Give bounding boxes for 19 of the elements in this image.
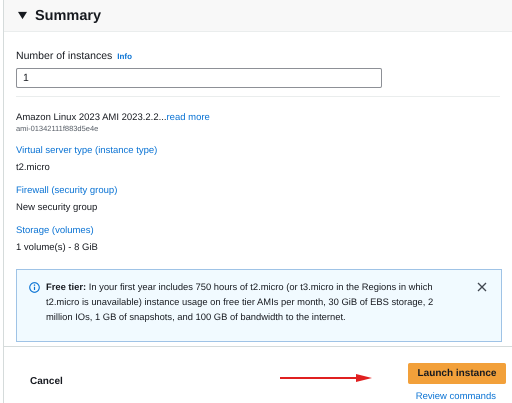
- caret-icon[interactable]: [18, 11, 27, 20]
- launch-instance-button[interactable]: Launch instance: [408, 363, 506, 384]
- detail-link[interactable]: Firewall (security group): [16, 185, 500, 196]
- instances-field[interactable]: 1: [16, 68, 382, 88]
- detail-value: t2.micro: [16, 162, 51, 173]
- field-label: Number of instances: [16, 50, 112, 62]
- free-tier-text: Free tier: In your first year includes 750 hours of t2.micro (or t3.micro in the Regions in which t2.micro is unavailable) instance usage on free tier AMIs per month, 30 GiB of EBS storage, 2 million IOs, 1 GB of snapshots, and 100 GB of bandwidth to the internet.: [46, 280, 434, 324]
- detail-link[interactable]: Storage (volumes): [16, 225, 500, 236]
- review-commands-link[interactable]: Review commands: [416, 391, 496, 402]
- info-link[interactable]: Info: [117, 52, 132, 61]
- info-icon: [29, 282, 40, 293]
- section-title: Summary: [35, 8, 102, 24]
- close-icon[interactable]: [477, 282, 487, 292]
- cancel-button[interactable]: Cancel: [30, 371, 63, 391]
- read-more-link[interactable]: read more: [166, 112, 210, 123]
- detail-value: New security group: [16, 202, 98, 213]
- detail-value: 1 volume(s) - 8 GiB: [16, 242, 99, 253]
- ami-name: Amazon Linux 2023 AMI 2023.2.2...read more: [16, 111, 211, 124]
- detail-link[interactable]: Virtual server type (instance type): [16, 145, 500, 156]
